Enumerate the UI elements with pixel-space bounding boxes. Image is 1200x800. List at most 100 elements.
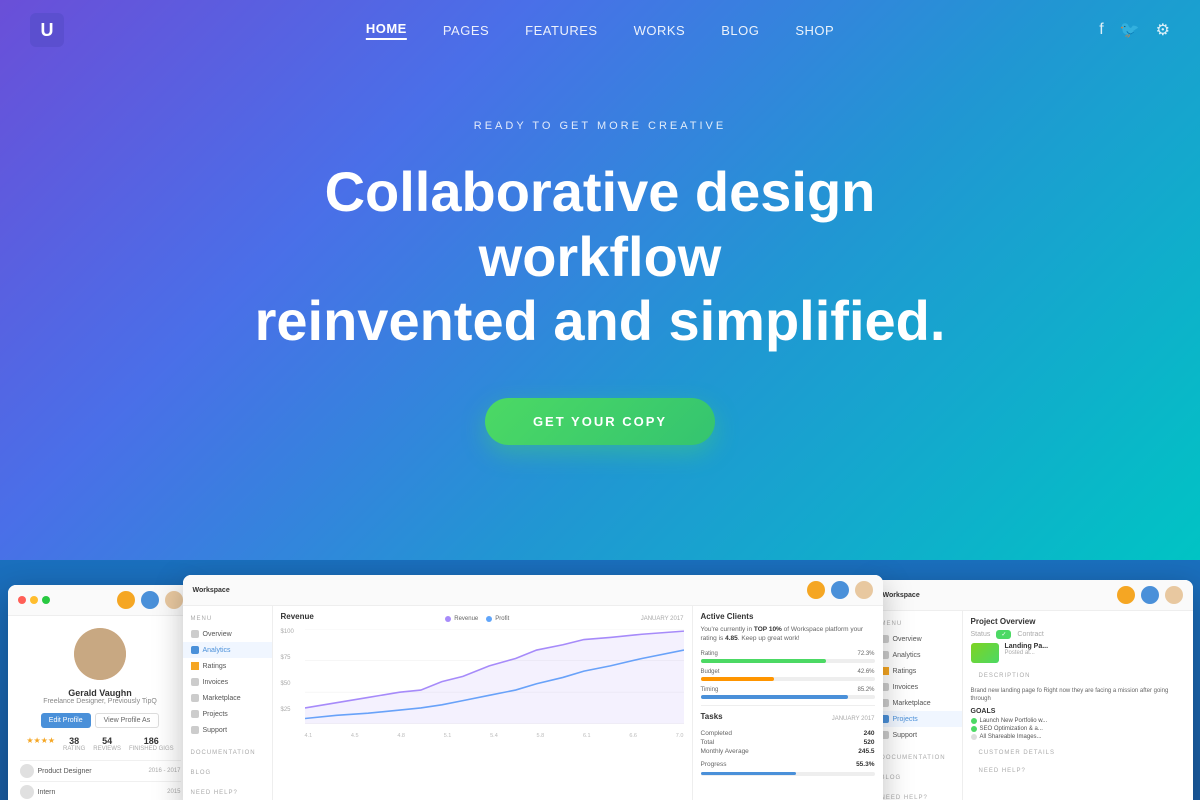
metric-budget-bar: [701, 677, 774, 681]
workspace-title-3: Workspace: [883, 592, 920, 599]
desc-title: DESCRIPTION: [971, 669, 1185, 683]
project-desc: Brand new landing page fo Right now they…: [971, 687, 1185, 704]
sidebar-ratings[interactable]: Ratings: [183, 658, 272, 674]
navbar: U HOME PAGES FEATURES WORKS BLOG SHOP f …: [0, 0, 1200, 60]
metric-budget: Budget 42.6%: [701, 669, 875, 681]
card2-inner: MENU Overview Analytics Ratings Invoices: [183, 606, 883, 800]
goal-check-1: [971, 718, 977, 724]
metric-timing-bar: [701, 695, 849, 699]
dot-green: [42, 596, 50, 604]
stat-rating: 38 RATING: [63, 736, 85, 752]
job-year-1: 2016 - 2017: [148, 768, 180, 774]
facebook-icon[interactable]: f: [1099, 21, 1103, 39]
project-card: Workspace MENU Overview Analytics: [873, 580, 1193, 800]
chart-area: $100 $75 $50 $25: [281, 629, 684, 729]
sidebar3-support[interactable]: Support: [873, 727, 962, 743]
twitter-icon[interactable]: 🐦: [1120, 20, 1140, 40]
contract-label: Contract: [1017, 631, 1043, 638]
card2-main: Revenue Revenue Profit JANUARY 2017: [273, 606, 883, 800]
avatar-c2-1: [807, 581, 825, 599]
sidebar3-ratings[interactable]: Ratings: [873, 663, 962, 679]
hero-section: READY TO GET MORE CREATIVE Collaborative…: [0, 0, 1200, 565]
sidebar-docs-label: DOCUMENTATION: [183, 746, 272, 760]
legend-revenue: Revenue: [445, 616, 478, 622]
chart-title: Revenue: [281, 612, 314, 621]
settings-icon[interactable]: ⚙: [1156, 20, 1170, 40]
cta-button[interactable]: GET YOUR COPY: [485, 398, 715, 445]
task-progress-row: Progress 55.3%: [701, 760, 875, 769]
job-title-1: Product Designer: [38, 768, 92, 775]
metric-rating-bar-bg: [701, 659, 875, 663]
chart-period: JANUARY 2017: [641, 616, 684, 622]
sidebar3-docs-label: DOCUMENTATION: [873, 751, 962, 765]
card-header-icons-2: [807, 581, 873, 599]
profile-role: Freelance Designer, Previously TipQ: [43, 698, 157, 705]
need-help-label: NEED HELP?: [971, 764, 1185, 778]
avatar-2: [141, 591, 159, 609]
logo[interactable]: U: [30, 13, 64, 47]
avatar-3: [165, 591, 183, 609]
sidebar3-projects[interactable]: Projects: [873, 711, 962, 727]
project-overview-panel: Project Overview Status ✓ Contract Landi…: [963, 611, 1193, 800]
project-overview-title: Project Overview: [971, 617, 1185, 626]
chart-legend: Revenue Profit: [445, 616, 509, 622]
nav-works[interactable]: WORKS: [634, 23, 686, 38]
profile-buttons: Edit Profile View Profile As: [41, 713, 159, 728]
nav-pages[interactable]: PAGES: [443, 23, 489, 38]
job-item-2: Intern 2015: [20, 781, 181, 800]
hero-title: Collaborative design workflow reinvented…: [210, 160, 990, 353]
sidebar-projects[interactable]: Projects: [183, 706, 272, 722]
profile-stats: ★★★★ 38 RATING 54 REVIEWS 186 FINISHED G…: [26, 736, 173, 752]
sidebar-overview[interactable]: Overview: [183, 626, 272, 642]
metric-budget-label: Budget 42.6%: [701, 669, 875, 675]
sidebar-marketplace[interactable]: Marketplace: [183, 690, 272, 706]
profile-avatar: [74, 628, 126, 680]
goal-check-3: [971, 734, 977, 740]
nav-shop[interactable]: SHOP: [795, 23, 834, 38]
dot-red: [18, 596, 26, 604]
metric-rating-label: Rating 72.3%: [701, 651, 875, 657]
legend-dot-revenue: [445, 616, 451, 622]
avatar-c2-2: [831, 581, 849, 599]
card2-right-panel: Active Clients You're currently in TOP 1…: [693, 606, 883, 800]
job-avatar-1: [20, 764, 34, 778]
analytics-card: Workspace MENU Overview Analytics: [183, 575, 883, 800]
sidebar-support[interactable]: Support: [183, 722, 272, 738]
active-clients-title: Active Clients: [701, 612, 875, 621]
avatar-1: [117, 591, 135, 609]
goal-2: SEO Optimization & a...: [971, 726, 1185, 732]
view-profile-button[interactable]: View Profile As: [95, 713, 160, 728]
nav-home[interactable]: HOME: [366, 21, 407, 40]
avatar-c3-1: [1117, 586, 1135, 604]
sidebar3-menu-label: MENU: [873, 617, 962, 631]
sidebar3-analytics[interactable]: Analytics: [873, 647, 962, 663]
sidebar-blog-label: BLOG: [183, 766, 272, 780]
tasks-section: Tasks JANUARY 2017 Completed 240 Total 5…: [701, 705, 875, 776]
sidebar-analytics[interactable]: Analytics: [183, 642, 272, 658]
project-thumbnail: [971, 643, 999, 663]
sidebar3-blog-label: BLOG: [873, 771, 962, 785]
shop-icon: [191, 694, 199, 702]
sidebar-invoices[interactable]: Invoices: [183, 674, 272, 690]
edit-profile-button[interactable]: Edit Profile: [41, 713, 91, 728]
status-label: Status: [971, 631, 991, 638]
window-dots: [18, 596, 50, 604]
card-header-icons: [117, 591, 183, 609]
goals-title: GOALS: [971, 708, 1185, 715]
social-links: f 🐦 ⚙: [1099, 20, 1170, 40]
nav-features[interactable]: FEATURES: [525, 23, 597, 38]
project-info: Landing Pa... Posted at...: [1005, 643, 1185, 663]
nav-blog[interactable]: BLOG: [721, 23, 759, 38]
sidebar3-marketplace[interactable]: Marketplace: [873, 695, 962, 711]
profile-content: Gerald Vaughn Freelance Designer, Previo…: [8, 616, 193, 800]
metric-rating: Rating 72.3%: [701, 651, 875, 663]
status-row: Status ✓ Contract: [971, 630, 1185, 639]
card-header-3: Workspace: [873, 580, 1193, 611]
stat-gigs: 186 FINISHED GIGS: [129, 736, 174, 752]
folder-icon: [191, 710, 199, 718]
sidebar3-invoices[interactable]: Invoices: [873, 679, 962, 695]
sidebar3-overview[interactable]: Overview: [873, 631, 962, 647]
sidebar3-help-label: NEED HELP?: [873, 791, 962, 800]
metric-timing: Timing 85.2%: [701, 687, 875, 699]
tasks-title: Tasks: [701, 712, 723, 721]
